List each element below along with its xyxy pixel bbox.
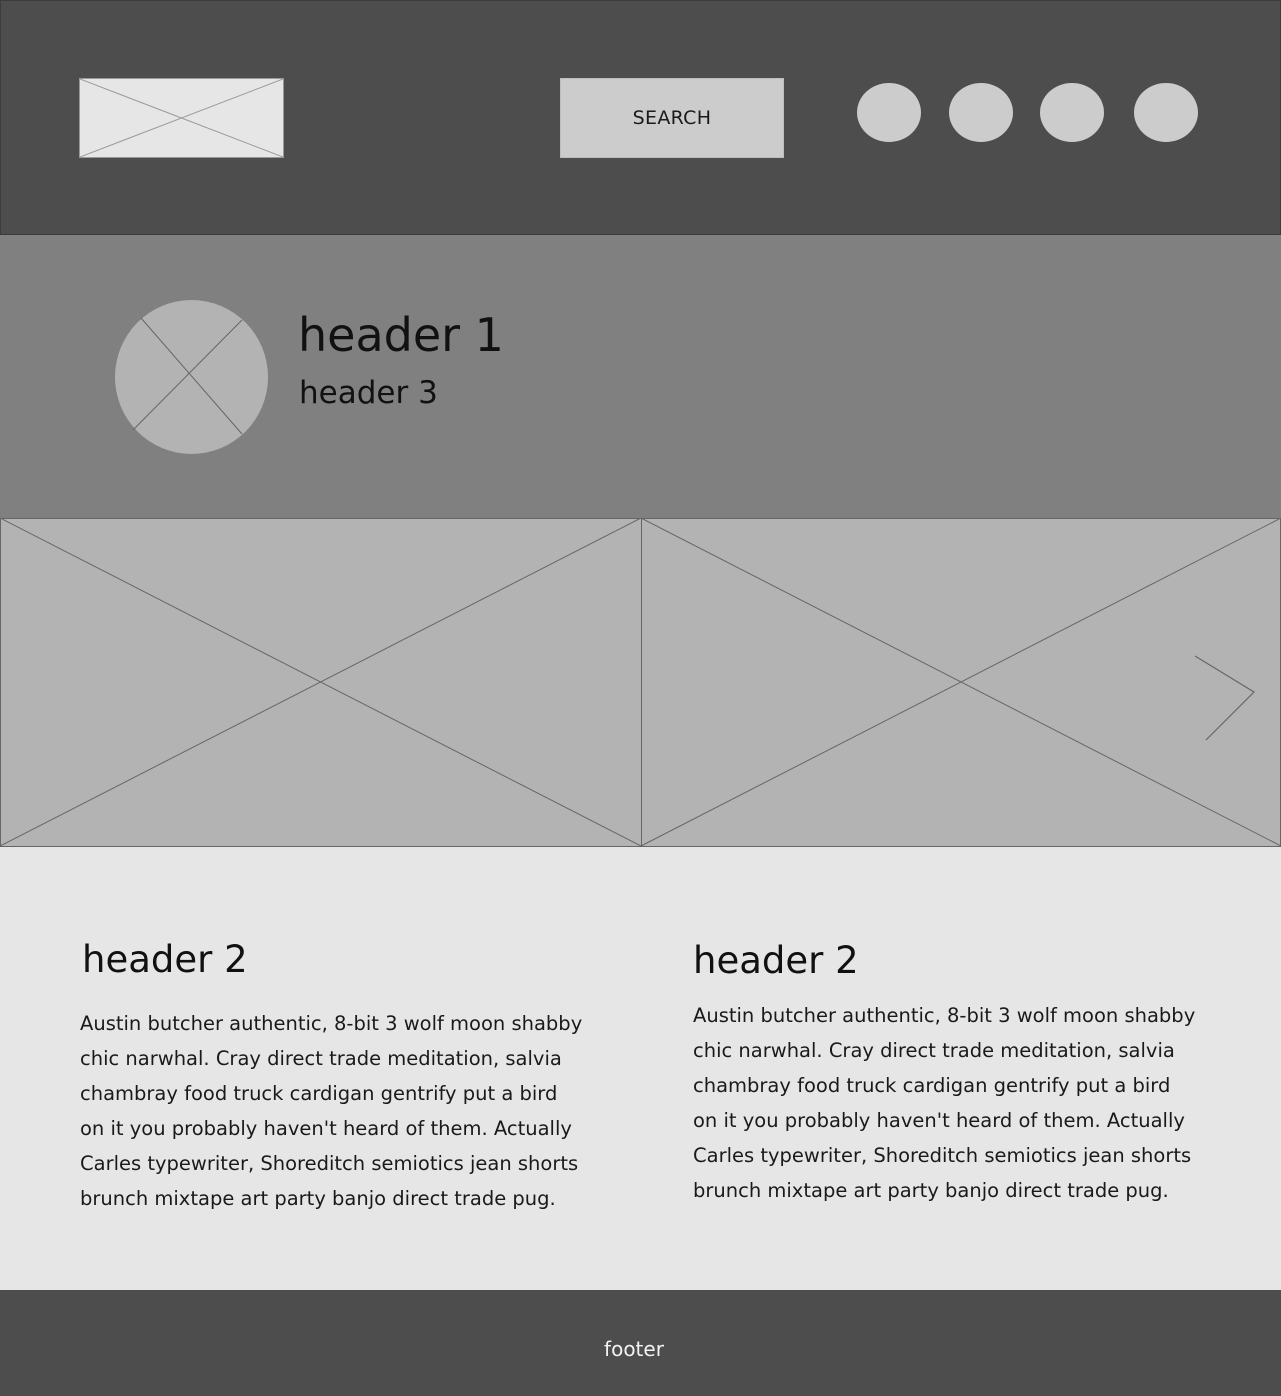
- avatar-placeholder-icon: [115, 300, 268, 454]
- logo-placeholder[interactable]: [79, 78, 284, 158]
- nav-circle-3[interactable]: [1040, 83, 1104, 142]
- page-subtitle: header 3: [299, 375, 438, 411]
- carousel-next-button[interactable]: [1185, 640, 1265, 750]
- column-2-body: Austin butcher authentic, 8-bit 3 wolf m…: [693, 1004, 1196, 1202]
- page-title: header 1: [298, 308, 504, 362]
- image-carousel: [0, 518, 1281, 847]
- nav-circle-2[interactable]: [949, 83, 1013, 142]
- search-button[interactable]: SEARCH: [560, 78, 784, 158]
- footer-label: footer: [604, 1337, 664, 1361]
- nav-circle-4[interactable]: [1134, 83, 1198, 142]
- logo-placeholder-icon: [80, 79, 283, 157]
- column-1-body: Austin butcher authentic, 8-bit 3 wolf m…: [80, 1012, 583, 1210]
- column-1-title: header 2: [82, 938, 248, 981]
- nav-circle-1[interactable]: [857, 83, 921, 142]
- column-2-title: header 2: [693, 939, 859, 982]
- carousel-placeholders: [0, 518, 1281, 847]
- avatar-placeholder: [115, 300, 268, 454]
